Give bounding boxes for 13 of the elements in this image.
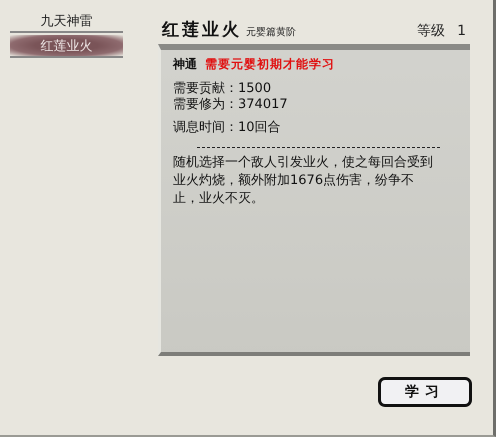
sidebar-item[interactable]: 红莲业火 [10,35,123,58]
stat-line: 需要贡献：1500 [173,81,272,97]
tier-label: 元婴篇黄阶 [246,26,296,39]
skill-title: 红莲业火 [162,19,242,41]
stat-line: 需要修为：374017 [173,97,289,113]
requirement-text: 需要元婴初期才能学习 [205,56,335,73]
skill-type: 神通 [173,56,197,73]
level-value: 1 [457,23,466,39]
learn-button[interactable]: 学习 [378,377,472,407]
level-label: 等级 [417,22,446,40]
rest-time: 调息时间：10回合 [173,120,282,136]
sidebar-item[interactable]: 九天神雷 [10,10,123,33]
skill-description: 随机选择一个敌人引发业火，使之每回合受到业火灼烧，额外附加1676点伤害，纷争不止，业火不灭。 [173,154,434,208]
